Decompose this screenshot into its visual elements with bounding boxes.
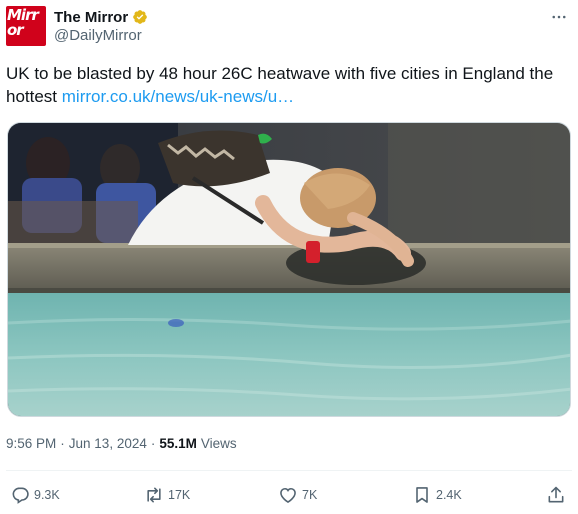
bookmark-icon <box>416 487 428 503</box>
tweet-time[interactable]: 9:56 PM <box>6 436 56 451</box>
more-icon[interactable] <box>548 8 570 26</box>
meta-separator: · <box>150 436 156 451</box>
like-count: 7K <box>302 488 318 502</box>
heart-icon <box>280 487 296 504</box>
display-name[interactable]: The Mirror <box>54 9 128 26</box>
tweet-photo[interactable] <box>7 122 571 417</box>
name-row: The Mirror <box>54 7 148 27</box>
meta-separator: · <box>60 436 65 451</box>
tweet-header: Mirr or The Mirror @DailyMirror <box>6 6 572 46</box>
article-link[interactable]: mirror.co.uk/news/uk-news/u… <box>62 87 294 106</box>
repost-button[interactable]: 17K <box>144 483 190 507</box>
tweet-text: UK to be blasted by 48 hour 26C heatwave… <box>6 62 570 108</box>
tweet-date[interactable]: Jun 13, 2024 <box>69 436 147 451</box>
avatar[interactable]: Mirr or <box>6 6 46 46</box>
divider <box>6 470 572 471</box>
repost-icon <box>147 487 161 503</box>
handle[interactable]: @DailyMirror <box>54 27 142 44</box>
bookmark-count: 2.4K <box>436 488 462 502</box>
reply-icon <box>12 487 29 504</box>
like-button[interactable]: 7K <box>278 483 317 507</box>
share-icon <box>548 486 564 503</box>
repost-count: 17K <box>168 488 191 502</box>
verified-badge-icon[interactable] <box>132 9 148 25</box>
tweet-meta: 9:56 PM · Jun 13, 2024 · 55.1M Views <box>6 436 237 451</box>
bookmark-button[interactable]: 2.4K <box>412 483 462 507</box>
action-bar: 9.3K 17K 7K 2.4K <box>6 483 572 507</box>
share-button[interactable] <box>546 483 566 507</box>
views-label: Views <box>200 436 237 451</box>
reply-count: 9.3K <box>34 488 60 502</box>
reply-button[interactable]: 9.3K <box>10 483 60 507</box>
heatwave-fountain-photo <box>8 123 570 416</box>
views-count: 55.1M <box>159 436 197 451</box>
mirror-logo: Mirr or <box>7 6 39 39</box>
